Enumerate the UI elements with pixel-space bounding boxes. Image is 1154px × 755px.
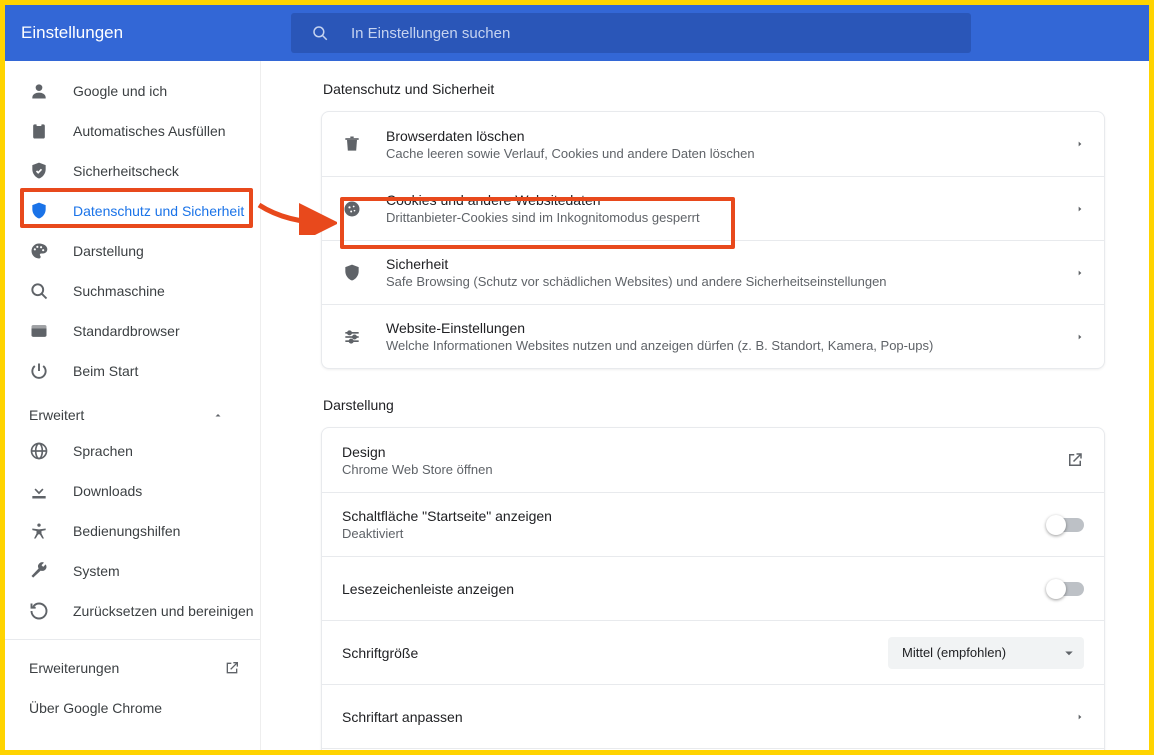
sidebar-advanced-toggle[interactable]: Erweitert (5, 391, 260, 431)
chevron-right-icon (1076, 711, 1084, 723)
sidebar-item-label: Standardbrowser (73, 323, 180, 339)
row-cookies[interactable]: Cookies und andere Websitedaten Drittanb… (322, 176, 1104, 240)
sidebar-item-downloads[interactable]: Downloads (5, 471, 260, 511)
sidebar-item-you[interactable]: Google und ich (5, 71, 260, 111)
sidebar-item-startup[interactable]: Beim Start (5, 351, 260, 391)
row-customize-fonts[interactable]: Schriftart anpassen (322, 684, 1104, 748)
trash-icon (342, 134, 362, 154)
row-title: Design (342, 444, 1054, 460)
privacy-card: Browserdaten löschen Cache leeren sowie … (321, 111, 1105, 369)
chevron-right-icon (1076, 331, 1084, 343)
sidebar-item-reset[interactable]: Zurücksetzen und bereinigen (5, 591, 260, 631)
section-heading-privacy: Datenschutz und Sicherheit (323, 81, 1105, 97)
shield-icon (342, 263, 362, 283)
row-security[interactable]: Sicherheit Safe Browsing (Schutz vor sch… (322, 240, 1104, 304)
row-subtitle: Drittanbieter-Cookies sind im Inkognitom… (386, 210, 1064, 225)
sidebar-advanced-label: Erweitert (29, 407, 84, 423)
row-font-size: Schriftgröße Mittel (empfohlen) (322, 620, 1104, 684)
row-title: Schriftgröße (342, 645, 876, 661)
chevron-right-icon (1076, 267, 1084, 279)
clipboard-icon (29, 121, 49, 141)
sidebar-item-safety[interactable]: Sicherheitscheck (5, 151, 260, 191)
sliders-icon (342, 327, 362, 347)
sidebar-item-system[interactable]: System (5, 551, 260, 591)
wrench-icon (29, 561, 49, 581)
row-clear-data[interactable]: Browserdaten löschen Cache leeren sowie … (322, 112, 1104, 176)
person-icon (29, 81, 49, 101)
sidebar-item-label: Automatisches Ausfüllen (73, 123, 226, 139)
toggle-off[interactable] (1048, 518, 1084, 532)
chevron-up-icon (212, 409, 224, 421)
sidebar-item-label: Beim Start (73, 363, 138, 379)
sidebar-item-privacy[interactable]: Datenschutz und Sicherheit (5, 191, 260, 231)
sidebar-item-label: Über Google Chrome (29, 700, 162, 716)
sidebar-item-label: Datenschutz und Sicherheit (73, 203, 244, 219)
restore-icon (29, 601, 49, 621)
sidebar-item-extensions[interactable]: Erweiterungen (5, 648, 260, 688)
sidebar-item-label: Suchmaschine (73, 283, 165, 299)
palette-icon (29, 241, 49, 261)
search-box[interactable] (291, 13, 971, 53)
row-title: Website-Einstellungen (386, 320, 1064, 336)
toggle-off[interactable] (1048, 582, 1084, 596)
row-subtitle: Deaktiviert (342, 526, 1036, 541)
main-content: Datenschutz und Sicherheit Browserdaten … (261, 61, 1149, 750)
sidebar-item-label: Downloads (73, 483, 142, 499)
shield-check-icon (29, 161, 49, 181)
sidebar: Google und ich Automatisches Ausfüllen S… (5, 61, 261, 750)
globe-icon (29, 441, 49, 461)
page-title: Einstellungen (21, 23, 291, 43)
row-title: Browserdaten löschen (386, 128, 1064, 144)
sidebar-item-label: Sicherheitscheck (73, 163, 179, 179)
appearance-card: Design Chrome Web Store öffnen Schaltflä… (321, 427, 1105, 750)
sidebar-item-languages[interactable]: Sprachen (5, 431, 260, 471)
chevron-right-icon (1076, 203, 1084, 215)
power-icon (29, 361, 49, 381)
font-size-select[interactable]: Mittel (empfohlen) (888, 637, 1084, 669)
sidebar-item-label: System (73, 563, 120, 579)
topbar: Einstellungen (5, 5, 1149, 61)
row-bookmarks-bar[interactable]: Lesezeichenleiste anzeigen (322, 556, 1104, 620)
row-subtitle: Welche Informationen Websites nutzen und… (386, 338, 1064, 353)
chevron-right-icon (1076, 138, 1084, 150)
sidebar-item-label: Darstellung (73, 243, 144, 259)
sidebar-item-about[interactable]: Über Google Chrome (5, 688, 260, 728)
row-subtitle: Chrome Web Store öffnen (342, 462, 1054, 477)
divider (5, 639, 260, 640)
accessibility-icon (29, 521, 49, 541)
sidebar-item-label: Sprachen (73, 443, 133, 459)
shield-icon (29, 201, 49, 221)
sidebar-item-label: Erweiterungen (29, 660, 119, 676)
row-title: Lesezeichenleiste anzeigen (342, 581, 1036, 597)
sidebar-item-search[interactable]: Suchmaschine (5, 271, 260, 311)
row-subtitle: Cache leeren sowie Verlauf, Cookies und … (386, 146, 1064, 161)
open-in-new-icon (224, 660, 240, 676)
sidebar-item-autofill[interactable]: Automatisches Ausfüllen (5, 111, 260, 151)
row-title: Sicherheit (386, 256, 1064, 272)
sidebar-item-default-browser[interactable]: Standardbrowser (5, 311, 260, 351)
row-title: Schaltfläche "Startseite" anzeigen (342, 508, 1036, 524)
sidebar-item-label: Google und ich (73, 83, 167, 99)
chevron-down-icon (1060, 644, 1078, 662)
select-value: Mittel (empfohlen) (902, 645, 1006, 660)
sidebar-item-label: Bedienungshilfen (73, 523, 180, 539)
search-input[interactable] (351, 25, 951, 42)
cookie-icon (342, 199, 362, 219)
row-home-button[interactable]: Schaltfläche "Startseite" anzeigen Deakt… (322, 492, 1104, 556)
sidebar-item-appearance[interactable]: Darstellung (5, 231, 260, 271)
magnifier-icon (29, 281, 49, 301)
section-heading-appearance: Darstellung (323, 397, 1105, 413)
row-subtitle: Safe Browsing (Schutz vor schädlichen We… (386, 274, 1064, 289)
sidebar-item-accessibility[interactable]: Bedienungshilfen (5, 511, 260, 551)
open-in-new-icon (1066, 451, 1084, 469)
row-site-settings[interactable]: Website-Einstellungen Welche Information… (322, 304, 1104, 368)
row-title: Cookies und andere Websitedaten (386, 192, 1064, 208)
row-design[interactable]: Design Chrome Web Store öffnen (322, 428, 1104, 492)
download-icon (29, 481, 49, 501)
browser-icon (29, 321, 49, 341)
row-page-zoom: Seitenzoom 100% (322, 748, 1104, 750)
search-icon (311, 24, 329, 42)
row-title: Schriftart anpassen (342, 709, 1064, 725)
sidebar-item-label: Zurücksetzen und bereinigen (73, 603, 254, 619)
